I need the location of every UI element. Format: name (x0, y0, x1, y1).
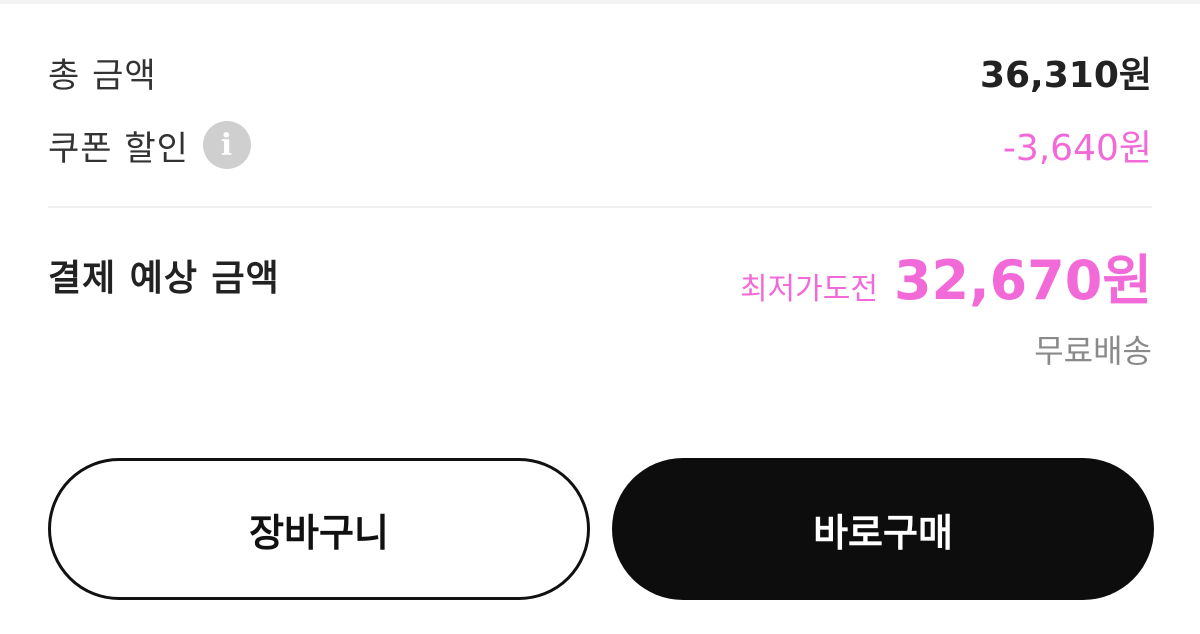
coupon-discount-value: -3,640원 (1002, 128, 1152, 169)
lowest-price-challenge-label: 최저가도전 (739, 271, 878, 307)
total-amount-label: 총 금액 (48, 55, 157, 96)
expected-payment-price-group: 최저가도전 32,670원 (740, 236, 1152, 315)
total-amount-value: 36,310원 (979, 55, 1152, 96)
info-icon[interactable]: i (202, 121, 251, 169)
free-shipping-label: 무료배송 (1034, 332, 1152, 370)
coupon-discount-label: 쿠폰 할인 (48, 128, 189, 169)
coupon-discount-row: 쿠폰 할인 i -3,640원 (48, 116, 1152, 174)
add-to-cart-button[interactable]: 장바구니 (48, 458, 590, 600)
buy-now-button[interactable]: 바로구매 (612, 458, 1154, 600)
summary-divider (48, 206, 1152, 208)
expected-payment-label: 결제 예상 금액 (48, 258, 280, 299)
coupon-discount-label-group: 쿠폰 할인 i (48, 121, 251, 170)
expected-payment-row: 결제 예상 금액 최저가도전 32,670원 (48, 240, 1152, 312)
total-amount-row: 총 금액 36,310원 (48, 44, 1152, 100)
top-divider (0, 0, 1200, 4)
expected-payment-value: 32,670원 (893, 248, 1152, 312)
